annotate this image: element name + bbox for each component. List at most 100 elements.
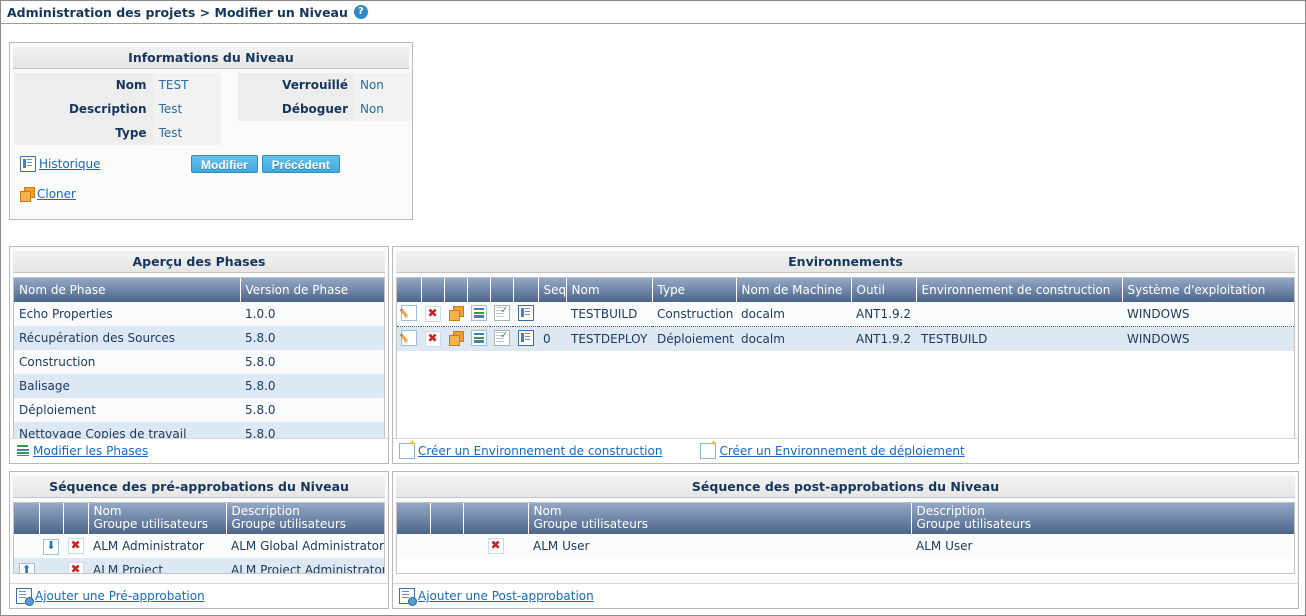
add-post-approval-label[interactable]: Ajouter une Post-approbation [418,589,594,603]
table-row[interactable]: Construction 5.8.0 [14,350,384,374]
add-pre-approval-link[interactable]: Ajouter une Pré-approbation [16,588,205,606]
create-build-environment-label[interactable]: Créer un Environnement de construction [418,444,662,458]
column-header-blank-3 [463,503,529,534]
column-header-name[interactable]: Nom Groupe utilisateurs [88,503,227,534]
checklist-icon[interactable] [493,329,510,346]
column-header-blank-2 [430,503,464,534]
table-row[interactable]: Déploiement 5.8.0 [14,398,384,422]
row-edit-cell[interactable] [397,326,421,351]
row-checklist-cell[interactable] [490,326,513,351]
env-build-env [916,302,1122,327]
report-icon[interactable] [517,304,534,321]
row-report-cell[interactable] [513,302,538,327]
move-up-cell [397,534,430,558]
delete-icon[interactable]: ✖ [67,562,84,573]
column-header-blank-1 [397,278,422,302]
column-header-os[interactable]: Système d'exploitation [1122,278,1294,302]
column-header-build-env[interactable]: Environnement de construction [916,278,1123,302]
properties-icon[interactable] [470,304,487,321]
move-down-cell [430,534,463,558]
environments-table: Seq Nom Type Nom de Machine Outil Enviro… [397,278,1294,351]
column-header-blank-3 [444,278,468,302]
column-header-blank-2 [39,503,64,534]
table-row[interactable]: ✖ ALM User ALM User [397,534,1294,558]
row-copy-cell[interactable] [444,302,467,327]
table-row[interactable]: ✖ TESTBUILD Construction docalm ANT1.9.2… [397,302,1294,327]
properties-icon[interactable] [470,329,487,346]
move-down-cell[interactable]: ⬇ [39,534,63,558]
phase-name: Récupération des Sources [14,326,240,350]
column-header-machine[interactable]: Nom de Machine [736,278,852,302]
row-delete-cell[interactable]: ✖ [421,326,444,351]
column-header-seq[interactable]: Seq [538,278,567,302]
column-header-phase-version[interactable]: Version de Phase [240,278,384,302]
edit-icon[interactable] [401,329,417,346]
checklist-icon[interactable] [493,304,510,321]
environments-title: Environnements [396,250,1295,273]
edit-icon[interactable] [401,304,417,321]
move-up-cell[interactable]: ⬆ [14,558,39,573]
pre-approvals-panel: Séquence des pré-approbations du Niveau … [9,471,389,609]
approval-name: ALM Project [88,558,226,573]
approval-name: ALM Administrator [88,534,226,558]
copy-icon[interactable] [448,305,464,321]
report-icon[interactable] [517,329,534,346]
create-deploy-environment-link[interactable]: Créer un Environnement de déploiement [700,440,965,459]
clone-link-label[interactable]: Cloner [37,187,76,201]
table-row[interactable]: ⬇ ✖ ALM Administrator ALM Global Adminis… [14,534,384,558]
previous-button[interactable]: Précédent [261,155,340,173]
copy-icon[interactable] [448,330,464,346]
column-header-description[interactable]: Description Groupe utilisateurs [911,503,1294,534]
field-value-description: Test [152,97,221,121]
phase-version: 5.8.0 [240,350,384,374]
create-build-environment-link[interactable]: Créer un Environnement de construction [399,440,662,459]
table-row[interactable]: Balisage 5.8.0 [14,374,384,398]
table-row[interactable]: ⬆ ✖ ALM Project ALM Project Administrato… [14,558,384,573]
up-arrow-icon[interactable]: ⬆ [18,562,35,573]
edit-phases-label[interactable]: Modifier les Phases [33,444,148,458]
column-header-blank-5 [490,278,514,302]
column-header-type[interactable]: Type [652,278,737,302]
delete-icon[interactable]: ✖ [487,538,504,554]
field-value-verrouille: Non [353,73,412,97]
table-row[interactable]: Echo Properties 1.0.0 [14,302,384,326]
modify-button[interactable]: Modifier [191,155,258,173]
column-header-desc-line1: Description [916,504,985,518]
row-copy-cell[interactable] [444,326,467,351]
row-edit-cell[interactable] [397,302,421,327]
delete-cell[interactable]: ✖ [63,558,88,573]
column-header-name[interactable]: Nom Groupe utilisateurs [528,503,912,534]
add-pre-approval-label[interactable]: Ajouter une Pré-approbation [35,589,205,603]
column-header-blank-2 [421,278,445,302]
phase-name: Déploiement [14,398,240,422]
history-link[interactable]: Historique [20,156,101,172]
row-delete-cell[interactable]: ✖ [421,302,444,327]
pre-approvals-table: Nom Groupe utilisateurs Description Grou… [14,503,384,573]
delete-icon[interactable]: ✖ [67,538,84,554]
help-icon[interactable]: ? [353,5,368,19]
create-deploy-environment-label[interactable]: Créer un Environnement de déploiement [719,444,964,458]
column-header-outil[interactable]: Outil [851,278,917,302]
delete-cell[interactable]: ✖ [63,534,88,558]
clone-link[interactable]: Cloner [20,187,76,202]
delete-cell[interactable]: ✖ [463,534,528,558]
row-properties-cell[interactable] [467,302,490,327]
down-arrow-icon[interactable]: ⬇ [43,538,59,555]
delete-icon[interactable]: ✖ [424,306,441,322]
edit-phases-link[interactable]: Modifier les Phases [16,444,148,458]
approval-description: ALM Project Administrator [226,558,384,573]
column-header-phase-name[interactable]: Nom de Phase [14,278,241,302]
column-header-name-line1: Nom [93,504,122,518]
column-header-description[interactable]: Description Groupe utilisateurs [226,503,384,534]
table-row[interactable]: ✖ 0 TESTDEPLOY Déploiement docalm ANT1.9… [397,326,1294,351]
history-link-label[interactable]: Historique [39,157,101,171]
row-properties-cell[interactable] [467,326,490,351]
field-label-type: Type [14,121,153,145]
delete-icon[interactable]: ✖ [424,331,441,347]
column-header-nom[interactable]: Nom [566,278,653,302]
table-row[interactable]: Récupération des Sources 5.8.0 [14,326,384,350]
post-approvals-grid-wrap: Nom Groupe utilisateurs Description Grou… [396,502,1295,574]
row-checklist-cell[interactable] [490,302,513,327]
row-report-cell[interactable] [513,326,538,351]
add-post-approval-link[interactable]: Ajouter une Post-approbation [399,588,594,606]
